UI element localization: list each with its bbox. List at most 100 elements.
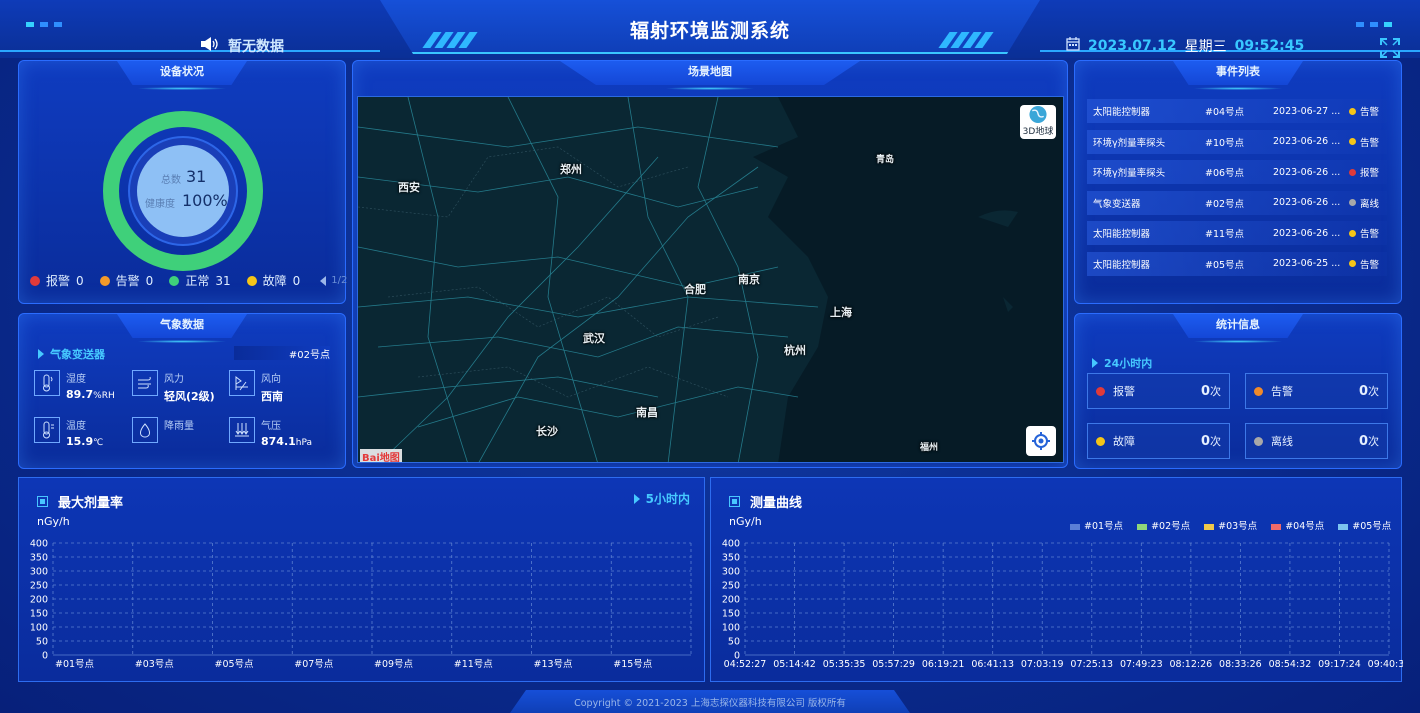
- legend-swatch: [1338, 523, 1349, 530]
- legend-item[interactable]: #01号点: [1070, 518, 1123, 532]
- stats-range: 24小时内: [1092, 355, 1152, 371]
- event-row[interactable]: 太阳能控制器 #04号点 2023-06-27 ... 告警: [1087, 99, 1387, 123]
- stat-unit: 次: [1368, 435, 1379, 448]
- legend-label: #05号点: [1352, 521, 1392, 532]
- max-dose-rate-title: 最大剂量率: [58, 496, 124, 511]
- title-glow: [137, 340, 227, 343]
- x-tick-label: 07:49:23: [1120, 659, 1163, 670]
- stat-unit: 次: [1368, 385, 1379, 398]
- y-tick-label: 350: [30, 553, 48, 564]
- title-glow: [665, 87, 755, 90]
- weather-item-wind-force: 风力 轻风(2级): [132, 370, 215, 404]
- event-time: 2023-06-26 ...: [1273, 197, 1341, 208]
- city-label: 福州: [920, 443, 939, 453]
- legend-label: #01号点: [1084, 521, 1124, 532]
- map-title: 场景地图: [560, 61, 860, 85]
- humidity-unit: %RH: [93, 391, 115, 401]
- x-tick-label: 06:41:13: [971, 659, 1014, 670]
- calendar-icon: [1066, 37, 1080, 55]
- y-tick-label: 400: [722, 539, 740, 550]
- locate-button[interactable]: [1026, 426, 1056, 456]
- legend-item[interactable]: #03号点: [1204, 518, 1257, 532]
- measurement-curve-chart: 05010015020025030035040004:52:27 05:14:42…: [722, 539, 1403, 671]
- y-tick-label: 400: [30, 539, 48, 550]
- status-dot: [1349, 229, 1356, 237]
- pressure-label: 气压: [261, 421, 281, 432]
- stat-warning: 告警 0次: [1245, 373, 1388, 409]
- event-point: #04号点: [1205, 107, 1245, 118]
- legend-count-alarm: 0: [76, 273, 84, 288]
- legend-label: #03号点: [1218, 521, 1258, 532]
- y-tick-label: 300: [722, 567, 740, 578]
- 3d-globe-button[interactable]: 3D地球: [1020, 105, 1056, 139]
- weather-device[interactable]: 气象变送器: [38, 346, 105, 362]
- measurement-curve-title: 测量曲线: [750, 496, 803, 511]
- wind-direction-label: 风向: [261, 374, 281, 385]
- x-tick-label: 09:40:32: [1368, 659, 1403, 670]
- y-tick-label: 100: [722, 623, 740, 634]
- y-tick-label: 100: [30, 623, 48, 634]
- alarm-dot: [30, 275, 40, 286]
- event-point: #05号点: [1205, 259, 1245, 271]
- event-device: 太阳能控制器: [1093, 229, 1151, 240]
- wind-direction-icon: [229, 370, 255, 396]
- warning-dot: [99, 275, 110, 286]
- x-tick-label: 08:12:26: [1170, 659, 1213, 670]
- humidity-icon: [34, 370, 60, 396]
- legend-swatch: [1271, 523, 1282, 530]
- baidu-map-logo: Bai地图: [360, 449, 402, 462]
- event-time: 2023-06-26 ...: [1273, 227, 1341, 239]
- date: 2023.07.12: [1088, 38, 1177, 54]
- event-row[interactable]: 太阳能控制器 #11号点 2023-06-26 ... 告警: [1087, 221, 1387, 245]
- event-row[interactable]: 气象变送器 #02号点 2023-06-26 ... 离线: [1087, 190, 1387, 215]
- thermometer-icon: [34, 417, 60, 443]
- x-tick-label: 05:57:29: [872, 659, 915, 670]
- x-tick-label: 08:54:32: [1269, 659, 1312, 670]
- x-tick-label: #09号点: [374, 659, 414, 670]
- legend-count-fault: 0: [292, 273, 301, 288]
- event-device: 太阳能控制器: [1093, 259, 1151, 271]
- title-glow: [1193, 87, 1283, 90]
- stat-unit: 次: [1210, 435, 1221, 448]
- x-tick-label: #13号点: [534, 659, 574, 670]
- city-label: 杭州: [784, 344, 806, 357]
- scene-map[interactable]: 西安 郑州 青岛 合肥 南京 上海 武汉 杭州 南昌 长沙 福州 3D地球 Ba…: [357, 96, 1064, 463]
- x-tick-label: 05:14:42: [773, 659, 816, 670]
- event-point: #11号点: [1205, 229, 1245, 240]
- stats-title: 统计信息: [1173, 314, 1303, 338]
- stat-fault: 故障 0次: [1087, 423, 1230, 459]
- status-dot: [1349, 199, 1356, 206]
- y-tick-label: 300: [30, 567, 48, 578]
- map-canvas: [358, 97, 1063, 462]
- stat-value: 0: [1200, 434, 1210, 449]
- x-tick-label: 05:35:35: [823, 659, 866, 670]
- legend-item[interactable]: #05号点: [1338, 518, 1391, 532]
- event-list-panel: 事件列表 太阳能控制器 #04号点 2023-06-27 ... 告警 环境γ剂量率探头…: [1074, 60, 1402, 345]
- event-row[interactable]: 环境γ剂量率探头 #06号点 2023-06-26 ... 报警: [1087, 160, 1387, 184]
- city-label: 长沙: [536, 425, 558, 438]
- legend-swatch: [1204, 523, 1215, 530]
- legend-item[interactable]: #02号点: [1137, 518, 1190, 532]
- legend-swatch: [1137, 523, 1148, 530]
- max-dose-rate-header: 最大剂量率: [37, 492, 123, 511]
- pager-prev-icon[interactable]: [320, 275, 327, 286]
- weather-point: #02号点: [234, 346, 330, 361]
- legend-count-normal: 31: [215, 273, 231, 288]
- stat-label: 报警: [1113, 385, 1135, 398]
- event-device: 气象变送器: [1093, 198, 1141, 210]
- legend-item[interactable]: #04号点: [1271, 518, 1324, 532]
- event-row[interactable]: 环境γ剂量率探头 #10号点 2023-06-26 ... 告警: [1087, 129, 1387, 154]
- event-row[interactable]: 太阳能控制器 #05号点 2023-06-25 ... 告警: [1087, 251, 1387, 276]
- square-bullet-icon: [37, 496, 48, 507]
- stat-value: 0: [1358, 384, 1368, 399]
- fullscreen-icon[interactable]: [1380, 38, 1400, 58]
- stat-label: 故障: [1113, 435, 1135, 448]
- status-dot: [1349, 168, 1356, 176]
- event-time: 2023-06-26 ...: [1273, 136, 1341, 147]
- event-status: 报警: [1360, 168, 1380, 179]
- alarm-dot: [1096, 386, 1105, 396]
- legend-label-alarm: 报警: [46, 274, 71, 288]
- pressure-unit: hPa: [295, 438, 313, 448]
- max-dose-range-label: 5小时内: [645, 492, 690, 506]
- measurement-legend[interactable]: #01号点 #02号点 #03号点 #04号点 #05号点: [1070, 518, 1391, 532]
